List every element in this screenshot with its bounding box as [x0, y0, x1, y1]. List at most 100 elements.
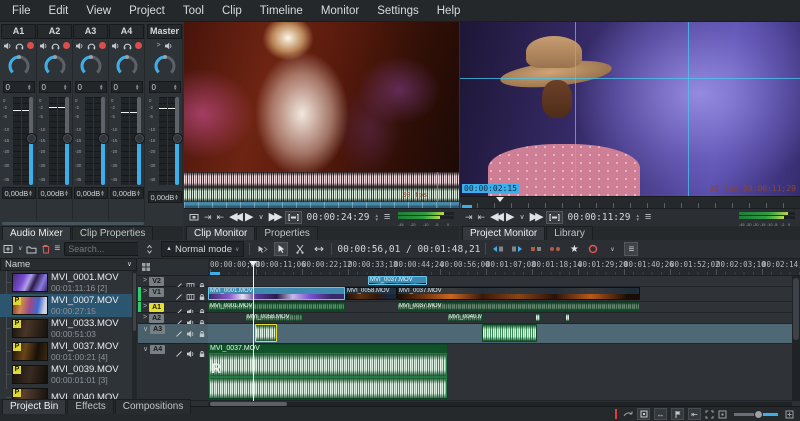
balance-knob[interactable]	[42, 53, 68, 80]
timeline-vertical-scrollbar[interactable]	[792, 276, 800, 401]
timeline-track-a3[interactable]	[208, 324, 792, 344]
bottom-tab-effects[interactable]: Effects	[67, 399, 113, 414]
timecode-spinner[interactable]: ▲▼	[374, 214, 378, 220]
track-name-badge[interactable]: A1	[149, 303, 164, 312]
multi-select-tool-icon[interactable]	[255, 242, 269, 256]
track-name-badge[interactable]: V2	[149, 277, 164, 286]
timeline-playhead[interactable]	[253, 261, 254, 401]
track-height-icon[interactable]	[142, 242, 156, 256]
menu-help[interactable]: Help	[429, 3, 469, 19]
monitor-switch-icon[interactable]	[189, 213, 199, 222]
spin-arrows[interactable]: ▲▼	[63, 84, 67, 90]
spacer-tool-icon[interactable]	[312, 242, 326, 256]
menu-clip[interactable]: Clip	[214, 3, 250, 19]
monitor-menu-icon[interactable]: ≡	[645, 212, 651, 223]
balance-knob[interactable]	[78, 53, 104, 80]
play-icon[interactable]: ▶	[245, 212, 253, 223]
zone-mode-button[interactable]	[546, 211, 563, 224]
gain-db-spinbox[interactable]: 0,00dB▲▼	[38, 187, 72, 199]
spin-arrows[interactable]: ▲▼	[173, 84, 177, 90]
volume-slider-handle[interactable]	[26, 133, 37, 144]
balance-spinbox[interactable]: 0▲▼	[111, 81, 143, 93]
channel-label[interactable]: Master	[147, 24, 182, 39]
volume-slider[interactable]	[29, 97, 33, 185]
timeline-track-a2[interactable]: MVI_0058.MOVMVI_0040.MOV	[208, 313, 792, 324]
fast-forward-icon[interactable]: ▶▶	[530, 212, 541, 223]
channel-label[interactable]: A4	[109, 24, 144, 39]
clipmon-tab-clip-monitor[interactable]: Clip Monitor	[186, 226, 255, 240]
fast-forward-icon[interactable]: ▶▶	[269, 212, 280, 223]
volume-slider-handle[interactable]	[172, 133, 183, 144]
track-mute-icon[interactable]	[186, 325, 195, 343]
gain-db-spinbox[interactable]: 0,00dB▲▼	[74, 187, 108, 199]
timeline-position-display[interactable]: 00:00:56,01 / 00:01:48,21	[337, 244, 480, 255]
add-clip-dropdown-icon[interactable]: ∨	[18, 246, 22, 252]
spin-arrows[interactable]: ▲▼	[27, 84, 31, 90]
record-audio-icon[interactable]	[586, 242, 600, 256]
spin-arrows[interactable]: ▲▼	[174, 194, 178, 200]
track-lock-icon[interactable]	[198, 345, 206, 363]
mute-icon[interactable]	[111, 42, 120, 50]
timeline-clip-a3-1[interactable]	[482, 324, 537, 342]
projmon-tab-library[interactable]: Library	[546, 226, 593, 240]
menu-edit[interactable]: Edit	[41, 3, 77, 19]
extract-zone-icon[interactable]	[529, 242, 543, 256]
zoom-in-icon[interactable]	[785, 410, 794, 419]
balance-spinbox[interactable]: 0▲▼	[149, 81, 181, 93]
volume-slider[interactable]	[137, 97, 141, 185]
search-input[interactable]	[64, 242, 144, 256]
timeline-ruler[interactable]: 00:00:00;0000:00:11;0600:00:22;1200:00:3…	[208, 259, 800, 276]
clip-monitor-playhead[interactable]	[437, 172, 438, 208]
zoom-fit-icon[interactable]	[705, 410, 714, 419]
record-icon[interactable]	[63, 42, 70, 49]
track-header-a2[interactable]: >A2	[138, 313, 208, 324]
volume-slider[interactable]	[101, 97, 105, 185]
balance-spinbox[interactable]: 0▲▼	[3, 81, 35, 93]
zone-out-icon[interactable]: ⇤	[217, 213, 225, 222]
zoom-project-icon[interactable]	[718, 410, 727, 419]
menu-project[interactable]: Project	[121, 3, 173, 19]
balance-knob[interactable]	[114, 53, 140, 80]
record-icon[interactable]	[135, 42, 142, 49]
balance-knob[interactable]	[152, 53, 178, 80]
favorite-effects-icon[interactable]: ★	[567, 242, 581, 256]
bin-item-mvi-0040-mov[interactable]: PMVI_0040.MOV	[0, 386, 137, 399]
clip-monitor-video[interactable]	[184, 22, 459, 172]
clipmon-tab-properties[interactable]: Properties	[256, 226, 318, 240]
spin-arrows[interactable]: ▲▼	[28, 190, 32, 196]
view-mode-icon[interactable]: ≡	[54, 244, 60, 254]
track-name-badge[interactable]: V1	[149, 288, 164, 297]
timeline-clip-mvi-0037-mov[interactable]: MVI_0037.MOV	[368, 276, 427, 285]
resize-mode-icon[interactable]: ↔	[654, 408, 667, 420]
collapse-icon[interactable]: >	[156, 42, 160, 49]
track-header-v1[interactable]: >V1	[138, 287, 208, 302]
zone-out-icon[interactable]: ⇤	[478, 213, 486, 222]
menu-monitor[interactable]: Monitor	[313, 3, 367, 19]
chevron-down-icon[interactable]: ∨	[143, 325, 148, 333]
timeline-track-a1[interactable]: MVI_0001.MOV MVI_0037.MOV	[208, 302, 792, 313]
timeline-clip-mvi-0001-mov[interactable]: MVI_0001.MOV	[208, 302, 345, 311]
track-header-a4[interactable]: ∨A4	[138, 344, 208, 401]
channel-label[interactable]: A1	[1, 24, 36, 39]
play-icon[interactable]: ▶	[506, 212, 514, 223]
zone-in-icon[interactable]: ⇥	[465, 213, 473, 222]
mixer-scrollbar[interactable]	[2, 222, 144, 225]
edit-mode-status-icon[interactable]	[637, 408, 650, 420]
menu-file[interactable]: File	[4, 3, 39, 19]
record-dropdown-icon[interactable]: ∨	[605, 242, 619, 256]
spin-arrows[interactable]: ▲▼	[64, 190, 68, 196]
mixer-tab-clip-properties[interactable]: Clip Properties	[72, 226, 154, 240]
track-name-badge[interactable]: A3	[150, 325, 165, 334]
timeline-clip-a2-3[interactable]	[565, 313, 570, 322]
gain-db-spinbox[interactable]: 0,00dB▲▼	[148, 191, 182, 203]
timeline-clip-mvi-0037-mov[interactable]: MVI_0037.MOV	[397, 302, 640, 311]
track-name-badge[interactable]: A2	[149, 314, 164, 323]
track-header-v2[interactable]: >V2	[138, 276, 208, 287]
timeline-clip-mvi-0037-mov[interactable]: MVI_0037.MOVR	[208, 344, 448, 399]
seekbar-playhead[interactable]	[496, 197, 504, 202]
track-mute-icon[interactable]	[186, 345, 195, 363]
gain-db-spinbox[interactable]: 0,00dB▲▼	[2, 187, 36, 199]
channel-label[interactable]: A3	[73, 24, 108, 39]
timeline-master-button[interactable]	[138, 259, 208, 276]
timeline-clip-mvi-0040-mov[interactable]: MVI_0040.MOV	[447, 313, 483, 322]
